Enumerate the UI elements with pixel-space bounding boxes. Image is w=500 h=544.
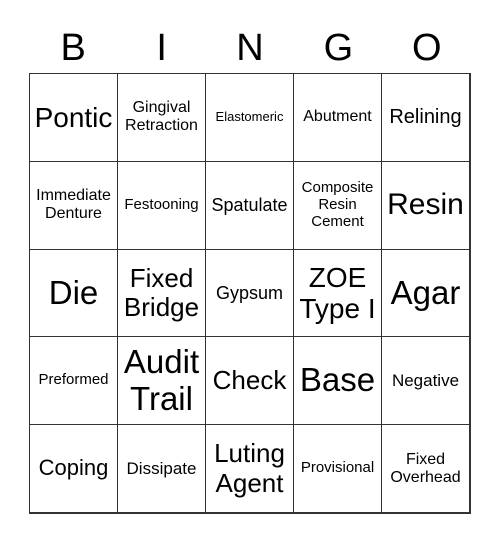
bingo-cell: Pontic <box>29 73 118 162</box>
bingo-cell: Immediate Denture <box>29 160 118 250</box>
bingo-cell: Composite Resin Cement <box>293 160 382 250</box>
bingo-grid: Pontic Gingival Retraction Elastomeric A… <box>29 73 471 514</box>
bingo-cell: Die <box>29 248 118 338</box>
bingo-cell: Base <box>293 336 382 426</box>
header-letter-o: O <box>412 27 442 69</box>
header-letter-i: I <box>156 27 167 69</box>
bingo-cell: Resin <box>381 160 470 250</box>
header-letter-n: N <box>236 27 264 69</box>
bingo-cell: Festooning <box>117 160 206 250</box>
bingo-cell: Gypsum <box>205 248 294 338</box>
bingo-cell: Dissipate <box>117 424 206 513</box>
bingo-cell: Provisional <box>293 424 382 513</box>
bingo-cell: Abutment <box>293 73 382 162</box>
bingo-cell: Coping <box>29 424 118 513</box>
bingo-cell: Luting Agent <box>205 424 294 513</box>
bingo-cell: Fixed Bridge <box>117 248 206 338</box>
header-letter-g: G <box>323 27 354 69</box>
bingo-cell: Spatulate <box>205 160 294 250</box>
bingo-cell: Gingival Retraction <box>117 73 206 162</box>
bingo-cell: Relining <box>381 73 470 162</box>
bingo-cell: Negative <box>381 336 470 426</box>
header-letter-b: B <box>60 27 86 69</box>
bingo-cell: Check <box>205 336 294 426</box>
bingo-cell: Preformed <box>29 336 118 426</box>
bingo-cell: Agar <box>381 248 470 338</box>
bingo-cell: ZOE Type I <box>293 248 382 338</box>
bingo-cell: Fixed Overhead <box>381 424 470 513</box>
bingo-cell: Audit Trail <box>117 336 206 426</box>
bingo-header: B I N G O <box>29 22 471 74</box>
bingo-cell: Elastomeric <box>205 73 294 162</box>
